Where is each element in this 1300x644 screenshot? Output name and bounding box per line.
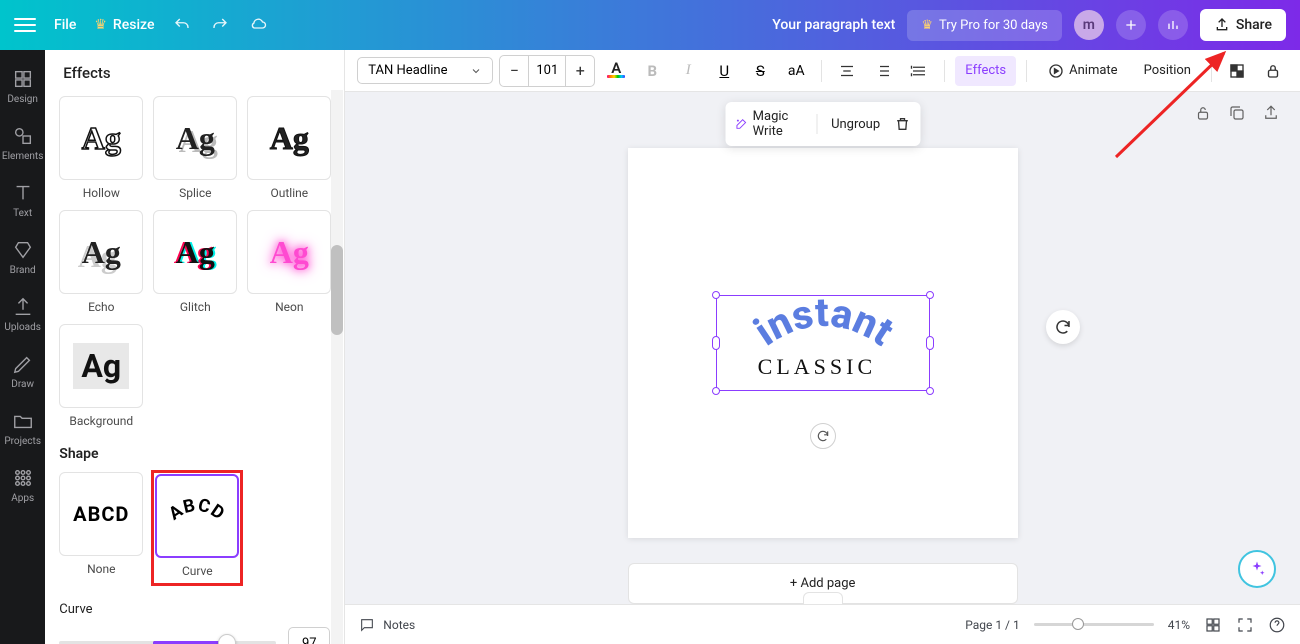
help-icon[interactable] (1268, 616, 1286, 634)
case-button[interactable]: aA (781, 56, 811, 86)
top-bar: File ♛Resize Your paragraph text ♛Try Pr… (0, 0, 1300, 50)
effect-glitch[interactable]: AgGlitch (153, 210, 237, 314)
floating-toolbar: Magic Write Ungroup (725, 102, 920, 146)
undo-icon[interactable] (172, 15, 192, 35)
rail-brand[interactable]: Brand (0, 233, 45, 282)
effect-hollow[interactable]: AgHollow (59, 96, 143, 200)
resize-handle[interactable] (926, 336, 934, 350)
transparency-button[interactable] (1222, 56, 1252, 86)
ungroup-button[interactable]: Ungroup (831, 117, 880, 132)
italic-button[interactable]: I (673, 56, 703, 86)
fullscreen-icon[interactable] (1236, 616, 1254, 634)
canvas-page[interactable]: Magic Write Ungroup instant CLASSIC (628, 148, 1018, 538)
rail-apps[interactable]: Apps (0, 461, 45, 510)
rail-uploads[interactable]: Uploads (0, 290, 45, 339)
quick-action-button[interactable] (1046, 310, 1080, 344)
assistant-fab[interactable] (1238, 550, 1276, 588)
list-button[interactable] (868, 56, 898, 86)
curve-value-input[interactable]: 97 (288, 627, 330, 644)
rotate-handle[interactable] (810, 423, 836, 449)
user-avatar[interactable]: m (1074, 10, 1104, 40)
delete-button[interactable] (894, 116, 910, 132)
panel-scrollbar[interactable] (331, 90, 343, 644)
rail-draw[interactable]: Draw (0, 347, 45, 396)
font-selector[interactable]: TAN Headline (357, 57, 493, 84)
magic-icon (735, 116, 747, 132)
insights-icon[interactable] (1158, 10, 1188, 40)
canvas-area: TAN Headline − 101 + A B I U S aA Effect… (345, 50, 1300, 644)
contextual-toolbar: TAN Headline − 101 + A B I U S aA Effect… (345, 50, 1300, 92)
underline-button[interactable]: U (709, 56, 739, 86)
page-indicator: Page 1 / 1 (965, 618, 1020, 632)
selection-box (716, 295, 930, 391)
crown-icon: ♛ (94, 17, 107, 33)
svg-text:ABCD: ABCD (165, 496, 229, 525)
cloud-sync-icon[interactable] (248, 15, 268, 35)
resize-handle[interactable] (712, 387, 720, 395)
grid-view-icon[interactable] (1204, 616, 1222, 634)
rail-design[interactable]: Design (0, 62, 45, 111)
resize-handle[interactable] (926, 291, 934, 299)
document-title[interactable]: Your paragraph text (772, 17, 895, 33)
share-button[interactable]: Share (1200, 9, 1286, 41)
font-size-input[interactable]: 101 (528, 56, 566, 86)
crown-icon: ♛ (921, 18, 933, 33)
redo-icon[interactable] (210, 15, 230, 35)
resize-handle[interactable] (712, 291, 720, 299)
effect-echo[interactable]: AgEcho (59, 210, 143, 314)
notes-button[interactable]: Notes (359, 617, 415, 633)
position-button[interactable]: Position (1134, 56, 1201, 86)
resize-handle[interactable] (926, 387, 934, 395)
zoom-slider[interactable] (1034, 623, 1154, 626)
rail-projects[interactable]: Projects (0, 404, 45, 453)
left-rail: Design Elements Text Brand Uploads Draw … (0, 50, 45, 644)
effect-outline[interactable]: AgOutline (247, 96, 331, 200)
resize-handle[interactable] (712, 336, 720, 350)
shape-curve[interactable]: ABCDCurve (153, 472, 241, 584)
rail-elements[interactable]: Elements (0, 119, 45, 168)
spacing-button[interactable] (904, 56, 934, 86)
effect-background[interactable]: AgBackground (59, 324, 143, 428)
effects-panel: Effects AgHollow AgSplice AgOutline AgEc… (45, 50, 345, 644)
shape-section-title: Shape (59, 446, 330, 462)
file-menu[interactable]: File (54, 17, 76, 33)
panel-title: Effects (45, 50, 344, 96)
resize-button[interactable]: ♛Resize (94, 17, 154, 33)
effects-button[interactable]: Effects (955, 56, 1016, 86)
lock-button[interactable] (1258, 56, 1288, 86)
menu-icon[interactable] (14, 14, 36, 36)
increase-size-button[interactable]: + (566, 56, 594, 86)
add-member-button[interactable] (1116, 10, 1146, 40)
effect-neon[interactable]: AgNeon (247, 210, 331, 314)
text-color-button[interactable]: A (601, 56, 631, 86)
sparkle-icon (1248, 560, 1266, 578)
animate-button[interactable]: Animate (1037, 56, 1127, 86)
page-spread-handle[interactable] (803, 592, 843, 604)
bottom-bar: Notes Page 1 / 1 41% (345, 604, 1300, 644)
font-size-control: − 101 + (499, 55, 595, 87)
chevron-down-icon (470, 65, 482, 77)
trash-icon (894, 116, 910, 132)
notes-icon (359, 617, 375, 633)
magic-write-button[interactable]: Magic Write (735, 109, 802, 139)
strikethrough-button[interactable]: S (745, 56, 775, 86)
bold-button[interactable]: B (637, 56, 667, 86)
curve-slider-label: Curve (59, 602, 330, 617)
effect-splice[interactable]: AgSplice (153, 96, 237, 200)
shape-none[interactable]: ABCDNone (59, 472, 143, 584)
decrease-size-button[interactable]: − (500, 56, 528, 86)
try-pro-button[interactable]: ♛Try Pro for 30 days (907, 10, 1062, 41)
alignment-button[interactable] (832, 56, 862, 86)
rail-text[interactable]: Text (0, 176, 45, 225)
zoom-value[interactable]: 41% (1168, 618, 1190, 632)
